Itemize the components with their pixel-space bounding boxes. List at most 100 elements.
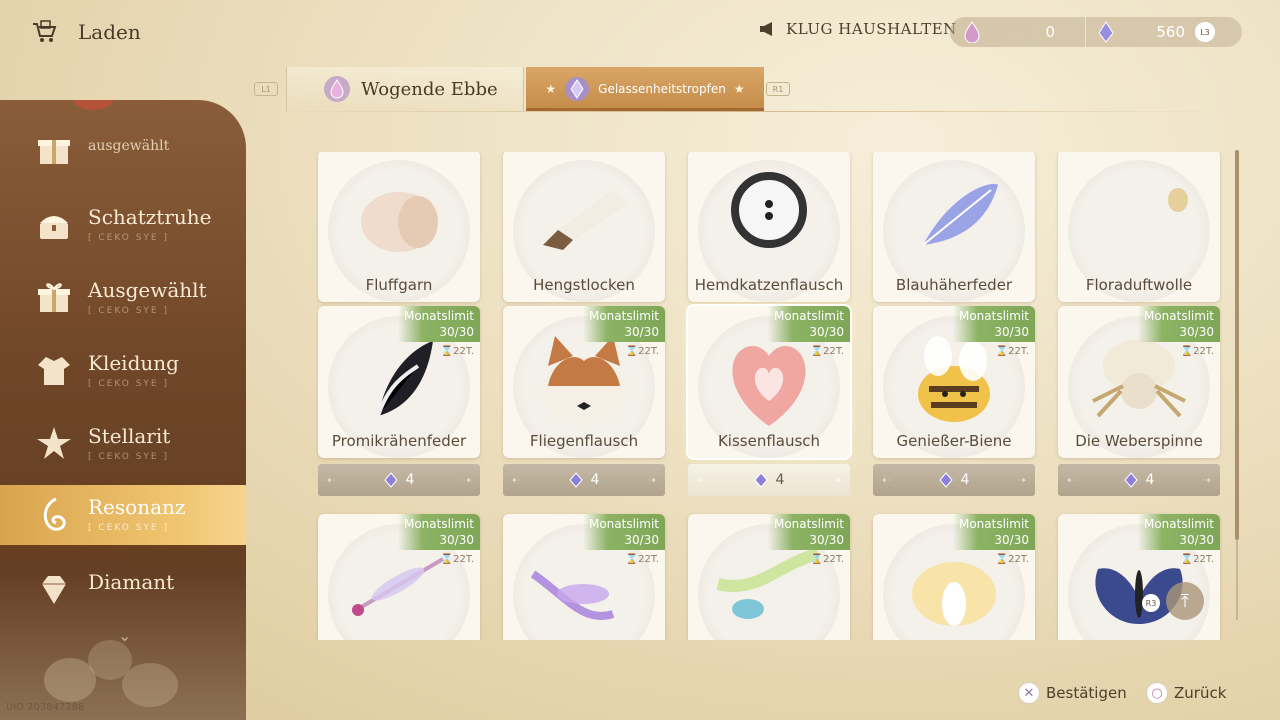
price-value: 4: [1145, 472, 1155, 488]
item-name: Hengstlocken: [533, 276, 635, 294]
crystal-drop-icon: [383, 472, 398, 488]
item-card[interactable]: Monatslimit 30/30 ⌛22T. Die Weberspinne ✦· 4 ·…: [1056, 306, 1222, 500]
sidebar-item-label: ausgewählt: [88, 138, 170, 154]
limit-count: 30/30: [624, 533, 659, 547]
sidebar-item-kleidung[interactable]: Kleidung [ CEKO SYE ]: [0, 341, 246, 401]
budget-button[interactable]: KLUG HAUSHALTEN: [758, 20, 957, 38]
l3-button-hint: L3: [1195, 22, 1215, 42]
limit-label: Monatslimit: [773, 517, 844, 531]
tab-gelassenheitstropfen[interactable]: ★ Gelassenheitstropfen ★: [526, 67, 764, 111]
sidebar-item-ausgewaehlt-small[interactable]: ausgewählt: [0, 120, 246, 180]
item-name: Genießer-Biene: [896, 432, 1012, 450]
sparkle-icon: ✦·: [1066, 475, 1076, 485]
scroll-to-top-button[interactable]: ⤒: [1166, 582, 1204, 620]
item-card[interactable]: Monatslimit 30/30 ⌛22T. Fliegenflausch ✦· 4 ·✦: [501, 306, 667, 500]
sparkle-icon: ✦·: [696, 475, 706, 485]
price-value: 4: [405, 472, 415, 488]
limit-count: 30/30: [1179, 325, 1214, 339]
scrollbar-thumb[interactable]: [1235, 150, 1239, 540]
resonance-swirl-icon: [43, 497, 66, 531]
limit-label: Monatslimit: [403, 517, 474, 531]
monthly-limit-badge: Monatslimit 30/30: [768, 306, 850, 342]
sparkle-icon: ·✦: [1202, 475, 1212, 485]
sidebar-item-label: Stellarit: [88, 424, 171, 448]
tab-label: Wogende Ebbe: [361, 78, 498, 100]
sidebar-item-label: Kleidung: [88, 351, 179, 375]
sidebar-item-sublabel: [ CEKO SYE ]: [88, 306, 169, 316]
limit-count: 30/30: [439, 325, 474, 339]
back-button[interactable]: ○ Zurück: [1146, 682, 1226, 704]
item-tile: Blauhäherfeder: [873, 152, 1035, 302]
hourglass-icon: ⌛: [440, 346, 454, 357]
crystal-drop-icon: [1098, 21, 1114, 43]
monthly-limit-badge: Monatslimit 30/30: [1138, 306, 1220, 342]
item-card[interactable]: Monatslimit 30/30 ⌛22T.: [1056, 514, 1222, 640]
item-tile: Hengstlocken: [503, 152, 665, 302]
hourglass-icon: ⌛: [1180, 554, 1194, 565]
monthly-limit-badge: Monatslimit 30/30: [768, 514, 850, 550]
pink-drop-icon: [964, 21, 980, 43]
currency-calm[interactable]: 560 L3: [1085, 17, 1215, 47]
sparkle-icon: ·✦: [462, 475, 472, 485]
monthly-limit-badge: Monatslimit 30/30: [953, 306, 1035, 342]
item-price: ✦· 4 ·✦: [1058, 464, 1220, 496]
item-name: Fliegenflausch: [529, 432, 639, 450]
sparkle-icon: ·✦: [1017, 475, 1027, 485]
tab-divider: [254, 111, 1234, 112]
crystal-drop-icon: [568, 472, 583, 488]
restock-timer: ⌛22T.: [811, 346, 844, 357]
hourglass-icon: ⌛: [625, 346, 639, 357]
sparkle-icon: ·✦: [832, 475, 842, 485]
clothing-icon: [38, 357, 70, 385]
scrollbar[interactable]: [1235, 150, 1239, 620]
crystal-drop-icon: [565, 77, 590, 101]
tab-wogende-ebbe[interactable]: Wogende Ebbe: [286, 67, 524, 111]
item-card[interactable]: Monatslimit 30/30 ⌛22T.: [316, 514, 482, 640]
restock-time: 22T.: [1193, 346, 1214, 357]
item-card[interactable]: Monatslimit 30/30 ⌛22T. Kissenflausch ✦· 4 ·✦: [686, 306, 852, 500]
tab-bar: L1 Wogende Ebbe ★ Gelassenheitstropfen ★…: [254, 67, 1234, 111]
item-card[interactable]: Monatslimit 30/30 ⌛22T.: [501, 514, 667, 640]
monthly-limit-badge: Monatslimit 30/30: [583, 514, 665, 550]
currency-calm-value: 560: [1156, 23, 1185, 41]
item-card[interactable]: Monatslimit 30/30 ⌛22T. Genießer-Biene ✦· 4 ·✦: [871, 306, 1037, 500]
item-tile: Monatslimit 30/30 ⌛22T. Fliegenflausch: [503, 306, 665, 458]
restock-time: 22T.: [1193, 554, 1214, 565]
sidebar-item-stellarit[interactable]: Stellarit [ CEKO SYE ]: [0, 414, 246, 474]
chevron-down-icon[interactable]: ⌄: [118, 626, 131, 645]
limit-count: 30/30: [624, 325, 659, 339]
confirm-button[interactable]: ✕ Bestätigen: [1018, 682, 1127, 704]
hourglass-icon: ⌛: [1180, 346, 1194, 357]
l1-hint: L1: [254, 82, 278, 96]
restock-time: 22T.: [638, 346, 659, 357]
item-tile: Monatslimit 30/30 ⌛22T. Kissenflausch: [688, 306, 850, 458]
item-card[interactable]: Monatslimit 30/30 ⌛22T.: [871, 514, 1037, 640]
limit-count: 30/30: [439, 533, 474, 547]
megaphone-icon: [760, 22, 772, 36]
limit-label: Monatslimit: [1143, 309, 1214, 323]
shop-header: Laden: [30, 18, 141, 46]
sidebar-item-schatztruhe[interactable]: Schatztruhe [ CEKO SYE ]: [0, 195, 246, 255]
item-tile: Monatslimit 30/30 ⌛22T. Promikrähenfeder: [318, 306, 480, 458]
monthly-limit-badge: Monatslimit 30/30: [398, 306, 480, 342]
item-card[interactable]: Monatslimit 30/30 ⌛22T. Promikrähenfeder ✦· 4…: [316, 306, 482, 500]
restock-timer: ⌛22T.: [1181, 346, 1214, 357]
currency-ebb[interactable]: 0: [950, 17, 1085, 47]
limit-count: 30/30: [994, 533, 1029, 547]
gift-box-icon: [38, 140, 70, 164]
item-tile: Hemdkatzenflausch: [688, 152, 850, 302]
limit-label: Monatslimit: [773, 309, 844, 323]
item-name: Fluffgarn: [365, 276, 433, 294]
sidebar-item-diamant[interactable]: Diamant: [0, 560, 246, 620]
item-card[interactable]: Monatslimit 30/30 ⌛22T.: [686, 514, 852, 640]
sidebar-item-sublabel: [ CEKO SYE ]: [88, 233, 169, 243]
apple-ornament-icon: [71, 100, 115, 110]
pink-drop-icon: [324, 76, 350, 102]
item-price: ✦· 4 ·✦: [873, 464, 1035, 496]
sidebar-item-resonanz[interactable]: Resonanz [ CEKO SYE ]: [0, 485, 246, 545]
sparkle-icon: ✦·: [326, 475, 336, 485]
restock-timer: ⌛22T.: [441, 554, 474, 565]
arrow-up-icon: ⤒: [1181, 590, 1189, 612]
sidebar-item-ausgewaehlt[interactable]: Ausgewählt [ CEKO SYE ]: [0, 268, 246, 328]
limit-count: 30/30: [994, 325, 1029, 339]
